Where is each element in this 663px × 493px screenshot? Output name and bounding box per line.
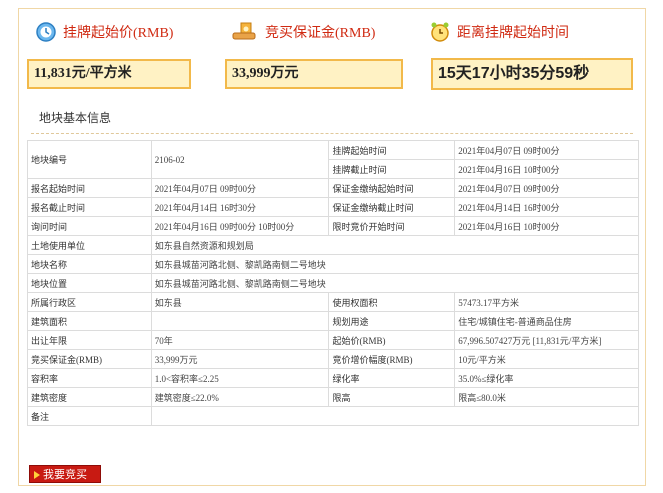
table-cell: 起始价(RMB) [328, 330, 456, 350]
table-cell: 2021年04月07日 09时00分 [150, 178, 330, 198]
table-cell: 建筑面积 [27, 311, 152, 331]
table-cell: 57473.17平方米 [454, 292, 639, 312]
table-row: 报名起始时间 2021年04月07日 09时00分 保证金缴纳起始时间 2021… [27, 178, 639, 198]
deposit-header: 竞买保证金(RMB) [231, 21, 375, 43]
table-cell: 2106-02 [150, 140, 330, 179]
table-cell: 地块名称 [27, 254, 152, 274]
bid-button[interactable]: 我要竞买 [29, 465, 101, 483]
clock-dollar-icon [36, 22, 56, 42]
table-cell: 2021年04月16日 10时00分 [454, 159, 639, 179]
table-cell: 70年 [150, 330, 330, 350]
table-cell: 10元/平方米 [454, 349, 639, 369]
start-price-header: 挂牌起始价(RMB) [35, 21, 173, 43]
table-cell: 2021年04月14日 16时00分 [454, 197, 639, 217]
table-cell: 使用权面积 [328, 292, 456, 312]
divider [31, 133, 633, 134]
table-cell: 建筑密度 [27, 387, 152, 407]
deposit-label: 竞买保证金(RMB) [265, 26, 376, 41]
bid-button-label: 我要竞买 [43, 469, 87, 481]
table-cell: 如东县自然资源和规划局 [150, 235, 640, 255]
table-cell: 如东县城苗河路北侧、黎凯路南侧二号地块 [150, 254, 640, 274]
table-cell [150, 311, 330, 331]
table-row: 所属行政区 如东县 使用权面积 57473.17平方米 [27, 292, 639, 312]
money-hand-icon [232, 22, 256, 40]
table-cell: 备注 [27, 406, 152, 426]
table-row: 地块名称 如东县城苗河路北侧、黎凯路南侧二号地块 [27, 254, 640, 274]
countdown-label: 距离挂牌起始时间 [457, 26, 569, 41]
section-title: 地块基本信息 [39, 111, 112, 125]
table-row: 竞买保证金(RMB) 33,999万元 竞价增价幅度(RMB) 10元/平方米 [27, 349, 639, 369]
table-row: 建筑面积 规划用途 住宅/城镇住宅-普通商品住房 [27, 311, 639, 331]
table-cell: 67,996.507427万元 [11,831元/平方米] [454, 330, 639, 350]
table-cell: 保证金缴纳起始时间 [328, 178, 456, 198]
table-cell: 报名起始时间 [27, 178, 152, 198]
table-row: 土地使用单位 如东县自然资源和规划局 [27, 235, 640, 255]
table-cell: 规划用途 [328, 311, 456, 331]
table-row: 询问时间 2021年04月16日 09时00分 10时00分 限时竞价开始时间 … [27, 216, 639, 236]
countdown-value: 15天17小时35分59秒 [431, 58, 633, 90]
table-row: 地块编号 2106-02 挂牌起始时间 2021年04月07日 09时00分 [27, 140, 639, 179]
table-cell: 如东县 [150, 292, 330, 312]
table-cell: 限时竞价开始时间 [328, 216, 456, 236]
table-cell: 竞价增价幅度(RMB) [328, 349, 456, 369]
table-cell: 土地使用单位 [27, 235, 152, 255]
table-cell: 绿化率 [328, 368, 456, 388]
countdown-header: 距离挂牌起始时间 [429, 21, 569, 43]
land-info-table: 地块编号 2106-02 挂牌起始时间 2021年04月07日 09时00分 挂… [27, 140, 640, 426]
table-cell: 询问时间 [27, 216, 152, 236]
arrow-right-icon [34, 471, 40, 479]
table-cell: 2021年04月14日 16时30分 [150, 197, 330, 217]
deposit-value: 33,999万元 [225, 59, 403, 89]
table-cell: 地块编号 [27, 140, 152, 179]
table-cell: 挂牌截止时间 [328, 159, 456, 179]
table-cell: 容积率 [27, 368, 152, 388]
table-cell: 33,999万元 [150, 349, 330, 369]
alarm-clock-icon [431, 22, 449, 42]
table-cell: 住宅/城镇住宅-普通商品住房 [454, 311, 639, 331]
price-header: 挂牌起始价(RMB) 竞买保证金(RMB) 距离挂牌起始时间 11,831元/平… [19, 9, 645, 105]
start-price-label: 挂牌起始价(RMB) [63, 26, 174, 41]
table-cell: 保证金缴纳截止时间 [328, 197, 456, 217]
table-cell: 出让年限 [27, 330, 152, 350]
table-row: 报名截止时间 2021年04月14日 16时30分 保证金缴纳截止时间 2021… [27, 197, 639, 217]
table-cell: 如东县城苗河路北侧、黎凯路南侧二号地块 [150, 273, 640, 293]
table-cell: 2021年04月07日 09时00分 [454, 178, 639, 198]
table-row: 地块位置 如东县城苗河路北侧、黎凯路南侧二号地块 [27, 273, 640, 293]
start-price-value: 11,831元/平方米 [27, 59, 191, 89]
table-cell: 限高≤80.0米 [454, 387, 639, 407]
table-cell: 地块位置 [27, 273, 152, 293]
table-cell: 限高 [328, 387, 456, 407]
table-cell [150, 406, 640, 426]
table-cell: 所属行政区 [27, 292, 152, 312]
table-row: 容积率 1.0<容积率≤2.25 绿化率 35.0%≤绿化率 [27, 368, 639, 388]
table-cell: 2021年04月16日 10时00分 [454, 216, 639, 236]
land-info-panel: 挂牌起始价(RMB) 竞买保证金(RMB) 距离挂牌起始时间 11,831元/平… [18, 8, 646, 486]
table-row: 备注 [27, 406, 640, 426]
table-cell: 建筑密度≤22.0% [150, 387, 330, 407]
table-cell: 挂牌起始时间 [328, 140, 456, 160]
table-cell: 35.0%≤绿化率 [454, 368, 639, 388]
table-cell: 2021年04月07日 09时00分 [454, 140, 639, 160]
table-cell: 竞买保证金(RMB) [27, 349, 152, 369]
table-cell: 2021年04月16日 09时00分 10时00分 [150, 216, 330, 236]
table-cell: 报名截止时间 [27, 197, 152, 217]
table-row: 出让年限 70年 起始价(RMB) 67,996.507427万元 [11,83… [27, 330, 639, 350]
table-row: 建筑密度 建筑密度≤22.0% 限高 限高≤80.0米 [27, 387, 639, 407]
table-cell: 1.0<容积率≤2.25 [150, 368, 330, 388]
